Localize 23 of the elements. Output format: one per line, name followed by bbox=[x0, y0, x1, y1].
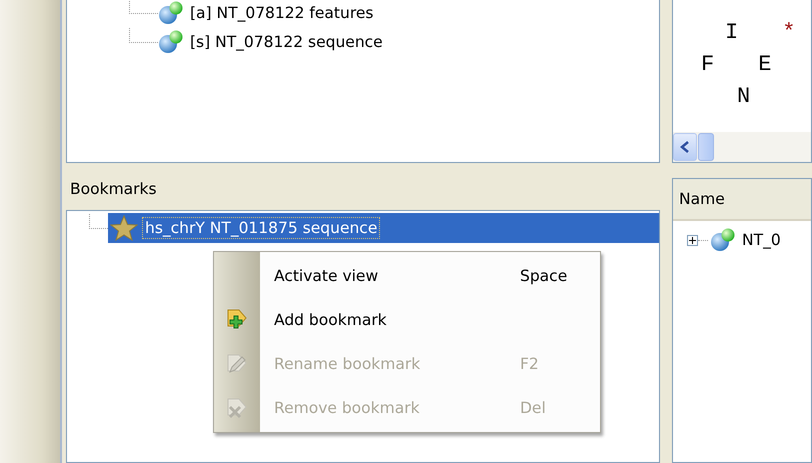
sequence-letter: * bbox=[782, 20, 796, 47]
horizontal-scrollbar[interactable] bbox=[673, 132, 811, 162]
scroll-thumb[interactable] bbox=[698, 133, 714, 161]
sequence-letter: E bbox=[758, 52, 772, 79]
sequence-letter: F bbox=[701, 52, 714, 79]
pencil-icon bbox=[226, 352, 248, 376]
expand-button[interactable] bbox=[687, 234, 698, 246]
scroll-left-button[interactable] bbox=[673, 133, 697, 161]
bookmark-item[interactable]: hs_chrY NT_011875 sequence bbox=[108, 213, 659, 243]
tag-cross-icon bbox=[226, 396, 248, 420]
sphere-icon bbox=[158, 30, 184, 54]
sphere-icon bbox=[710, 228, 736, 252]
panel-title: Bookmarks bbox=[69, 178, 157, 200]
menu-item[interactable]: Add bookmark bbox=[214, 298, 600, 342]
star-icon bbox=[110, 215, 138, 241]
tree-item[interactable]: [a] NT_078122 features bbox=[190, 4, 374, 22]
menu-item[interactable]: Activate view Space bbox=[214, 254, 600, 298]
list-item[interactable]: NT_0 bbox=[742, 231, 781, 249]
sequence-letter: I bbox=[725, 20, 738, 47]
sphere-icon bbox=[158, 1, 184, 25]
tree-item[interactable]: [s] NT_078122 sequence bbox=[190, 33, 383, 51]
column-header[interactable]: Name bbox=[673, 179, 811, 221]
sequence-letter: N bbox=[737, 84, 750, 111]
